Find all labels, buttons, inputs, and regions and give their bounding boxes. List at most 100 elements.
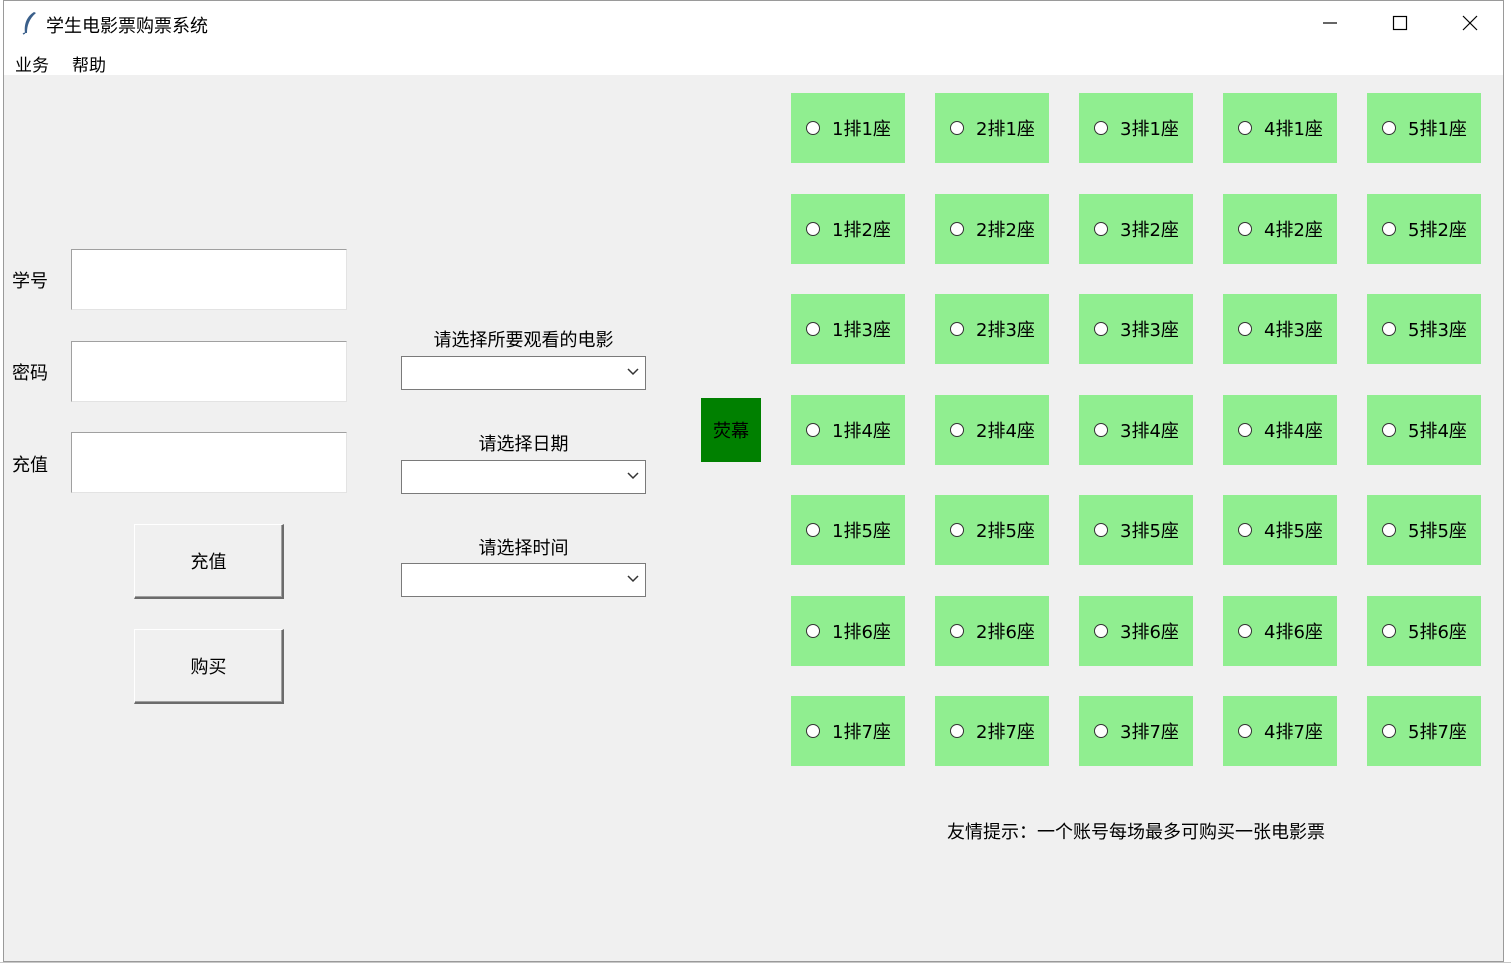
seat-option[interactable]: 2排5座	[935, 495, 1049, 565]
seat-option[interactable]: 5排7座	[1367, 696, 1481, 766]
seat-label: 4排2座	[1264, 220, 1323, 241]
radio-icon[interactable]	[1238, 523, 1252, 537]
seat-label: 4排3座	[1264, 320, 1323, 341]
radio-icon[interactable]	[806, 423, 820, 437]
radio-icon[interactable]	[806, 624, 820, 638]
radio-icon[interactable]	[1382, 121, 1396, 135]
title-bar: 学生电影票购票系统	[4, 1, 1503, 45]
recharge-amount-input[interactable]	[71, 432, 347, 493]
radio-icon[interactable]	[950, 624, 964, 638]
recharge-button[interactable]: 充值	[134, 524, 284, 599]
seat-option[interactable]: 2排7座	[935, 696, 1049, 766]
seat-label: 4排1座	[1264, 119, 1323, 140]
minimize-button[interactable]	[1295, 1, 1365, 45]
radio-icon[interactable]	[1238, 322, 1252, 336]
seat-label: 4排4座	[1264, 421, 1323, 442]
seat-option[interactable]: 3排1座	[1079, 93, 1193, 163]
radio-icon[interactable]	[806, 322, 820, 336]
seat-option[interactable]: 5排5座	[1367, 495, 1481, 565]
radio-icon[interactable]	[1094, 523, 1108, 537]
student-id-input[interactable]	[71, 249, 347, 310]
password-label: 密码	[12, 363, 48, 384]
buy-button[interactable]: 购买	[134, 629, 284, 704]
seat-option[interactable]: 5排1座	[1367, 93, 1481, 163]
seat-option[interactable]: 4排4座	[1223, 395, 1337, 465]
radio-icon[interactable]	[806, 523, 820, 537]
seat-option[interactable]: 1排5座	[791, 495, 905, 565]
seat-option[interactable]: 5排6座	[1367, 596, 1481, 666]
time-select[interactable]	[401, 563, 646, 597]
seat-option[interactable]: 3排4座	[1079, 395, 1193, 465]
seat-option[interactable]: 2排1座	[935, 93, 1049, 163]
seat-option[interactable]: 5排3座	[1367, 294, 1481, 364]
radio-icon[interactable]	[1094, 724, 1108, 738]
radio-icon[interactable]	[950, 121, 964, 135]
seat-option[interactable]: 1排1座	[791, 93, 905, 163]
radio-icon[interactable]	[1238, 624, 1252, 638]
radio-icon[interactable]	[1382, 322, 1396, 336]
radio-icon[interactable]	[1238, 121, 1252, 135]
seat-option[interactable]: 2排4座	[935, 395, 1049, 465]
seat-label: 1排7座	[832, 722, 891, 743]
chevron-down-icon	[627, 368, 639, 376]
radio-icon[interactable]	[1382, 423, 1396, 437]
radio-icon[interactable]	[950, 523, 964, 537]
radio-icon[interactable]	[950, 322, 964, 336]
seat-label: 5排6座	[1408, 622, 1467, 643]
seat-option[interactable]: 1排2座	[791, 194, 905, 264]
seat-option[interactable]: 4排1座	[1223, 93, 1337, 163]
radio-icon[interactable]	[806, 724, 820, 738]
radio-icon[interactable]	[1238, 423, 1252, 437]
seat-option[interactable]: 4排6座	[1223, 596, 1337, 666]
radio-icon[interactable]	[950, 724, 964, 738]
radio-icon[interactable]	[1094, 222, 1108, 236]
seat-option[interactable]: 4排5座	[1223, 495, 1337, 565]
close-button[interactable]	[1435, 1, 1503, 45]
radio-icon[interactable]	[1238, 222, 1252, 236]
radio-icon[interactable]	[1094, 322, 1108, 336]
seat-option[interactable]: 1排7座	[791, 696, 905, 766]
seat-label: 2排1座	[976, 119, 1035, 140]
seat-option[interactable]: 3排7座	[1079, 696, 1193, 766]
menu-help[interactable]: 帮助	[72, 51, 106, 76]
seat-label: 5排3座	[1408, 320, 1467, 341]
seat-option[interactable]: 2排2座	[935, 194, 1049, 264]
seat-label: 5排7座	[1408, 722, 1467, 743]
seat-option[interactable]: 3排2座	[1079, 194, 1193, 264]
radio-icon[interactable]	[1094, 423, 1108, 437]
seat-label: 5排4座	[1408, 421, 1467, 442]
password-input[interactable]	[71, 341, 347, 402]
radio-icon[interactable]	[950, 222, 964, 236]
seat-option[interactable]: 5排4座	[1367, 395, 1481, 465]
seat-label: 5排1座	[1408, 119, 1467, 140]
radio-icon[interactable]	[806, 222, 820, 236]
radio-icon[interactable]	[806, 121, 820, 135]
radio-icon[interactable]	[1382, 724, 1396, 738]
seat-option[interactable]: 3排6座	[1079, 596, 1193, 666]
seat-option[interactable]: 3排5座	[1079, 495, 1193, 565]
radio-icon[interactable]	[950, 423, 964, 437]
seat-option[interactable]: 5排2座	[1367, 194, 1481, 264]
seat-option[interactable]: 3排3座	[1079, 294, 1193, 364]
radio-icon[interactable]	[1094, 624, 1108, 638]
date-select-label: 请选择日期	[478, 434, 569, 455]
window-title: 学生电影票购票系统	[46, 16, 208, 37]
radio-icon[interactable]	[1094, 121, 1108, 135]
radio-icon[interactable]	[1382, 222, 1396, 236]
movie-select[interactable]	[401, 356, 646, 390]
date-select[interactable]	[401, 460, 646, 494]
radio-icon[interactable]	[1382, 624, 1396, 638]
menu-business[interactable]: 业务	[15, 51, 49, 76]
radio-icon[interactable]	[1382, 523, 1396, 537]
maximize-button[interactable]	[1365, 1, 1435, 45]
seat-option[interactable]: 2排3座	[935, 294, 1049, 364]
seat-option[interactable]: 4排7座	[1223, 696, 1337, 766]
student-id-label: 学号	[12, 271, 48, 292]
seat-option[interactable]: 2排6座	[935, 596, 1049, 666]
seat-option[interactable]: 1排3座	[791, 294, 905, 364]
radio-icon[interactable]	[1238, 724, 1252, 738]
seat-option[interactable]: 4排2座	[1223, 194, 1337, 264]
seat-option[interactable]: 1排6座	[791, 596, 905, 666]
seat-option[interactable]: 1排4座	[791, 395, 905, 465]
seat-option[interactable]: 4排3座	[1223, 294, 1337, 364]
